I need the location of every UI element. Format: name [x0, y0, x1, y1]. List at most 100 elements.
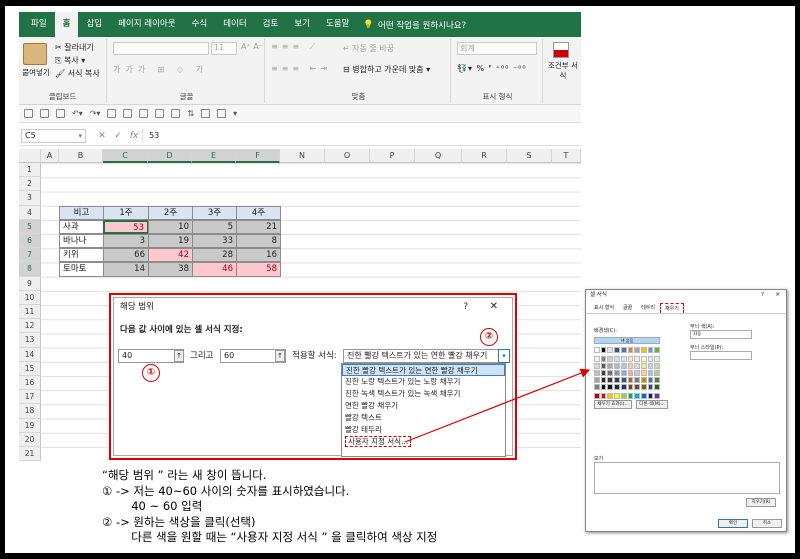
row-header[interactable]: 16: [19, 376, 41, 391]
table-cell[interactable]: 28: [192, 248, 237, 263]
table-cell-active[interactable]: 53: [103, 219, 149, 234]
color-swatch[interactable]: [614, 347, 620, 353]
new-icon[interactable]: [107, 109, 117, 118]
number-format-icons[interactable]: 💱▾ % ❜ ⁺⁰⁰ ⁻⁰⁰: [457, 64, 527, 73]
row-header[interactable]: 13: [19, 333, 41, 348]
color-swatch[interactable]: [654, 377, 661, 383]
dropdown-option[interactable]: 진한 녹색 텍스트가 있는 녹색 채우기: [342, 388, 505, 400]
color-swatch[interactable]: [634, 347, 640, 353]
table-cell[interactable]: 66: [103, 248, 149, 263]
row-header[interactable]: 18: [19, 404, 41, 419]
row-header[interactable]: 10: [19, 290, 41, 305]
confirm-entry-icon[interactable]: ✓: [110, 131, 126, 141]
color-swatch[interactable]: [654, 347, 661, 353]
color-swatch[interactable]: [647, 377, 654, 383]
color-swatch[interactable]: [607, 370, 614, 376]
tab-file[interactable]: 파일: [23, 12, 55, 37]
color-swatch[interactable]: [640, 356, 647, 362]
save-as-icon[interactable]: [40, 109, 49, 118]
color-swatch[interactable]: [627, 356, 634, 362]
font-size-dropdown[interactable]: 11: [211, 42, 237, 55]
chevron-down-icon[interactable]: ▾: [498, 349, 510, 363]
color-swatch[interactable]: [620, 356, 627, 362]
paste-button[interactable]: 붙여넣기: [21, 67, 51, 78]
color-swatch[interactable]: [627, 384, 634, 390]
clear-button[interactable]: 지우기(R): [746, 498, 776, 507]
color-swatch[interactable]: [620, 370, 627, 376]
color-swatch[interactable]: [607, 393, 614, 399]
pattern-color-select[interactable]: 자동: [690, 330, 752, 339]
column-header-d[interactable]: D: [148, 149, 192, 163]
color-swatch[interactable]: [647, 356, 654, 362]
color-swatch[interactable]: [627, 347, 634, 353]
color-swatch[interactable]: [647, 370, 654, 376]
chart-icon[interactable]: [171, 109, 181, 118]
color-swatch[interactable]: [654, 356, 661, 362]
color-swatch[interactable]: [647, 393, 654, 399]
color-swatch[interactable]: [594, 393, 600, 399]
color-swatch[interactable]: [594, 347, 600, 353]
dropdown-option[interactable]: 빨강 텍스트: [342, 412, 505, 424]
color-swatch[interactable]: [647, 363, 654, 369]
color-swatch[interactable]: [594, 370, 600, 376]
color-swatch[interactable]: [654, 393, 661, 399]
tab-border[interactable]: 테두리: [637, 303, 659, 313]
color-swatch[interactable]: [627, 363, 634, 369]
row-header[interactable]: 19: [19, 418, 41, 433]
color-swatch[interactable]: [600, 347, 607, 353]
color-swatch[interactable]: [614, 363, 620, 369]
row-header[interactable]: 1: [19, 163, 41, 178]
cancel-entry-icon[interactable]: ✕: [94, 131, 110, 141]
table-cell[interactable]: 33: [192, 234, 237, 249]
sort-icon[interactable]: ⇅: [187, 109, 194, 118]
table-cell[interactable]: 바나나: [59, 234, 104, 249]
color-swatch[interactable]: [634, 377, 640, 383]
color-swatch[interactable]: [600, 393, 607, 399]
color-swatch[interactable]: [600, 363, 607, 369]
color-swatch[interactable]: [634, 393, 640, 399]
color-swatch[interactable]: [634, 384, 640, 390]
customize-qat-icon[interactable]: ▾: [233, 109, 237, 118]
table-header[interactable]: 비고: [59, 205, 104, 220]
tell-me-box[interactable]: 💡 어떤 작업을 원하시나요?: [363, 19, 466, 31]
undo-icon[interactable]: ↶▾: [72, 109, 83, 118]
cancel-button[interactable]: 취소: [752, 519, 782, 528]
tab-number[interactable]: 표시 형식: [590, 303, 618, 313]
close-icon[interactable]: ✕: [775, 290, 780, 300]
tab-fill[interactable]: 채우기: [660, 303, 684, 313]
table-cell[interactable]: 46: [192, 262, 237, 277]
table-cell[interactable]: 사과: [59, 219, 104, 234]
color-swatch[interactable]: [607, 384, 614, 390]
name-box[interactable]: C5: [21, 128, 86, 143]
column-header-q[interactable]: Q: [415, 149, 462, 163]
select-all-corner[interactable]: [19, 149, 41, 163]
table-header[interactable]: 3주: [192, 205, 237, 220]
color-swatch[interactable]: [620, 347, 627, 353]
column-header-e[interactable]: E: [192, 149, 236, 163]
range-select-icon[interactable]: ↑: [174, 350, 184, 362]
color-swatch[interactable]: [640, 384, 647, 390]
color-swatch[interactable]: [594, 363, 600, 369]
font-grow-icon[interactable]: A⁺ A⁻: [241, 42, 263, 51]
color-swatch[interactable]: [640, 377, 647, 383]
save-icon[interactable]: [24, 109, 33, 118]
merge-center-button[interactable]: ⊟ 병합하고 가운데 맞춤 ▾: [343, 64, 430, 75]
fill-effects-button[interactable]: 채우기 효과(I)...: [594, 400, 632, 409]
color-swatch[interactable]: [614, 370, 620, 376]
column-header-t[interactable]: T: [552, 149, 581, 163]
color-swatch[interactable]: [607, 363, 614, 369]
column-header-f[interactable]: F: [236, 149, 280, 163]
color-swatch[interactable]: [627, 377, 634, 383]
dropdown-option[interactable]: 진한 노랑 텍스트가 있는 노랑 채우기: [342, 376, 505, 388]
table-cell[interactable]: 토마토: [59, 262, 104, 277]
color-swatch[interactable]: [614, 377, 620, 383]
color-swatch[interactable]: [600, 356, 607, 362]
row-header[interactable]: 12: [19, 319, 41, 334]
color-swatch[interactable]: [654, 384, 661, 390]
color-swatch[interactable]: [640, 363, 647, 369]
column-header-o[interactable]: O: [325, 149, 370, 163]
column-header-p[interactable]: P: [370, 149, 415, 163]
wrap-text-button[interactable]: ↵ 자동 줄 바꿈: [343, 43, 394, 54]
table-cell[interactable]: 키위: [59, 248, 104, 263]
table-cell[interactable]: 16: [236, 248, 281, 263]
